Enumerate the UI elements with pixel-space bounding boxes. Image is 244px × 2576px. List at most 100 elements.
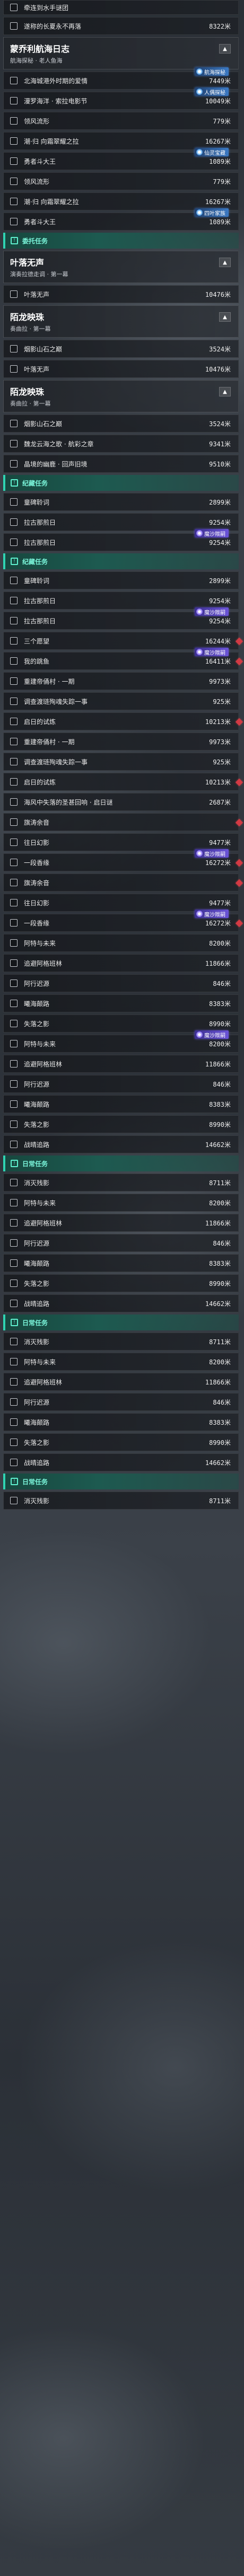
quest-row[interactable]: 消灭残影 8711米 <box>3 1333 239 1351</box>
quest-row[interactable]: 阿特与未来 8200米 <box>3 1353 239 1371</box>
quest-row[interactable]: 拉古那煎日 9254米 <box>3 513 239 531</box>
quest-row[interactable]: 重建帝俑村 · 一期 9973米 <box>3 672 239 690</box>
checkbox-icon[interactable] <box>10 980 18 987</box>
checkbox-icon[interactable] <box>10 798 18 806</box>
checkbox-icon[interactable] <box>10 1439 18 1446</box>
quest-row[interactable]: 战晴追路 14662米 <box>3 1135 239 1153</box>
quest-row[interactable]: 失落之影 8990米 <box>3 1274 239 1292</box>
checkbox-icon[interactable] <box>10 1179 18 1186</box>
checkbox-icon[interactable] <box>10 1000 18 1007</box>
checkbox-icon[interactable] <box>10 677 18 685</box>
checkbox-icon[interactable] <box>10 1338 18 1345</box>
quest-row[interactable]: 调查渡琏殉魂失踪一事 925米 <box>3 692 239 710</box>
quest-row[interactable]: 往日幻影 9477米 <box>3 833 239 851</box>
checkbox-icon[interactable] <box>10 1459 18 1466</box>
checkbox-icon[interactable] <box>10 1497 18 1504</box>
quest-row[interactable]: 童碑聆词 2899米 <box>3 493 239 511</box>
quest-row[interactable]: 往日幻影 9477米 <box>3 894 239 912</box>
quest-row[interactable]: 失落之影 8990米 <box>3 1014 239 1033</box>
checkbox-icon[interactable] <box>10 22 18 30</box>
checkbox-icon[interactable] <box>10 77 18 84</box>
quest-row[interactable]: 阿特与未来 8200米 魔沙羰嗣 <box>3 1030 239 1053</box>
quest-row[interactable]: 童碑聆词 2899米 <box>3 571 239 589</box>
quest-row[interactable]: 曦海颠路 8383米 <box>3 1413 239 1431</box>
task-category-header[interactable]: ! 纪藏任务 <box>3 475 239 491</box>
quest-row[interactable]: 一段香缘 16272米 魔沙羰嗣 <box>3 849 243 871</box>
quest-row[interactable]: 烟影山石之巅 3524米 <box>3 414 239 433</box>
checkbox-icon[interactable] <box>10 1020 18 1027</box>
quest-row[interactable]: 领风流形 779米 <box>3 172 239 190</box>
quest-row[interactable]: 叶落无声 10476米 <box>3 360 239 378</box>
quest-row[interactable]: 拉古那煎日 9254米 魔沙羰嗣 <box>3 529 239 551</box>
quest-row[interactable]: 旗涛余音 <box>3 813 243 831</box>
checkbox-icon[interactable] <box>10 1398 18 1406</box>
checkbox-icon[interactable] <box>10 4 18 11</box>
quest-row[interactable]: 阿行迟源 846米 <box>3 1393 239 1411</box>
quest-row[interactable]: 消灭残影 8711米 <box>3 1174 239 1192</box>
quest-row[interactable]: 三个愿望 16244米 <box>3 632 243 650</box>
quest-row[interactable]: 潮·归 向霜翠耀之拉 16267米 <box>3 192 239 210</box>
checkbox-icon[interactable] <box>10 1418 18 1426</box>
checkbox-icon[interactable] <box>10 698 18 705</box>
collapse-caret-icon[interactable]: ▲ <box>219 312 231 322</box>
checkbox-icon[interactable] <box>10 1358 18 1365</box>
quest-row[interactable]: 战晴追路 14662米 <box>3 1453 239 1471</box>
task-category-header[interactable]: ! 委托任务 <box>3 233 239 249</box>
task-category-header[interactable]: ! 日常任务 <box>3 1474 239 1489</box>
checkbox-icon[interactable] <box>10 879 18 886</box>
quest-row[interactable]: 一段香缘 16272米 魔沙羰嗣 <box>3 910 243 932</box>
quest-row[interactable]: 阿特与未来 8200米 <box>3 1194 239 1212</box>
quest-row[interactable]: 阿特与未来 8200米 <box>3 934 239 952</box>
checkbox-icon[interactable] <box>10 718 18 725</box>
checkbox-icon[interactable] <box>10 345 18 352</box>
quest-row[interactable]: 重建帝俑村 · 一期 9973米 <box>3 733 239 751</box>
checkbox-icon[interactable] <box>10 97 18 104</box>
checkbox-icon[interactable] <box>10 1280 18 1287</box>
checkbox-icon[interactable] <box>10 1199 18 1206</box>
quest-row[interactable]: 潮·归 向霜翠耀之拉 16267米 <box>3 132 239 150</box>
quest-row[interactable]: 追避阿格班林 11866米 <box>3 1055 239 1073</box>
checkbox-icon[interactable] <box>10 1219 18 1227</box>
quest-row[interactable]: 启日的试炼 10213米 <box>3 773 243 791</box>
quest-row[interactable]: 晶境的幽鹿 · 回声旧境 9510米 <box>3 455 239 473</box>
task-category-header[interactable]: ! 日常任务 <box>3 1155 239 1171</box>
quest-row[interactable]: 阿行迟源 846米 <box>3 1075 239 1093</box>
quest-row[interactable]: 启日的试炼 10213米 <box>3 712 243 730</box>
quest-row[interactable]: 曦海颠路 8383米 <box>3 1254 239 1272</box>
checkbox-icon[interactable] <box>10 1300 18 1307</box>
quest-row[interactable]: 消灭残影 8711米 <box>3 1492 239 1510</box>
quest-row[interactable]: 漫罗海洋 · 索拉电影节 10049米 人偶探秘 <box>3 87 239 110</box>
quest-row[interactable]: 遂称的长夏永不再落 8322米 <box>3 17 239 35</box>
checkbox-icon[interactable] <box>10 1141 18 1148</box>
checkbox-icon[interactable] <box>10 420 18 427</box>
checkbox-icon[interactable] <box>10 178 18 185</box>
collapse-caret-icon[interactable]: ▲ <box>219 258 231 267</box>
quest-chain-header[interactable]: 叶落无声 演奏拉德走调 · 第一幕 ▲ <box>3 251 239 283</box>
checkbox-icon[interactable] <box>10 839 18 846</box>
checkbox-icon[interactable] <box>10 1080 18 1088</box>
checkbox-icon[interactable] <box>10 1259 18 1267</box>
task-category-header[interactable]: ! 日常任务 <box>3 1315 239 1330</box>
checkbox-icon[interactable] <box>10 899 18 906</box>
quest-row[interactable]: 旗涛余音 <box>3 874 243 892</box>
quest-row[interactable]: 阿行迟源 846米 <box>3 974 239 992</box>
checkbox-icon[interactable] <box>10 539 18 546</box>
checkbox-icon[interactable] <box>10 617 18 624</box>
checkbox-icon[interactable] <box>10 498 18 506</box>
quest-row[interactable]: 曦海颠路 8383米 <box>3 994 239 1012</box>
quest-row[interactable]: 烟影山石之巅 3524米 <box>3 340 239 358</box>
quest-row[interactable]: 追避阿格班林 11866米 <box>3 954 239 972</box>
quest-row[interactable]: 牵连到水手谜团 <box>3 0 239 15</box>
quest-row[interactable]: 叶落无声 10476米 <box>3 285 239 303</box>
quest-row[interactable]: 勇者斗大王 1089米 四叶家族 <box>3 208 239 231</box>
quest-row[interactable]: 拉古那煎日 9254米 魔沙羰嗣 <box>3 607 239 630</box>
quest-row[interactable]: 失落之影 8990米 <box>3 1115 239 1133</box>
quest-row[interactable]: 调查渡琏殉魂失踪一事 925米 <box>3 753 239 771</box>
checkbox-icon[interactable] <box>10 778 18 786</box>
checkbox-icon[interactable] <box>10 137 18 145</box>
checkbox-icon[interactable] <box>10 290 18 298</box>
checkbox-icon[interactable] <box>10 1239 18 1247</box>
quest-chain-header[interactable]: 陌龙映珠 奏曲拉 · 第一幕 ▲ <box>3 305 239 338</box>
quest-row[interactable]: 追避阿格班林 11866米 <box>3 1373 239 1391</box>
quest-row[interactable]: 战晴追路 14662米 <box>3 1294 239 1312</box>
